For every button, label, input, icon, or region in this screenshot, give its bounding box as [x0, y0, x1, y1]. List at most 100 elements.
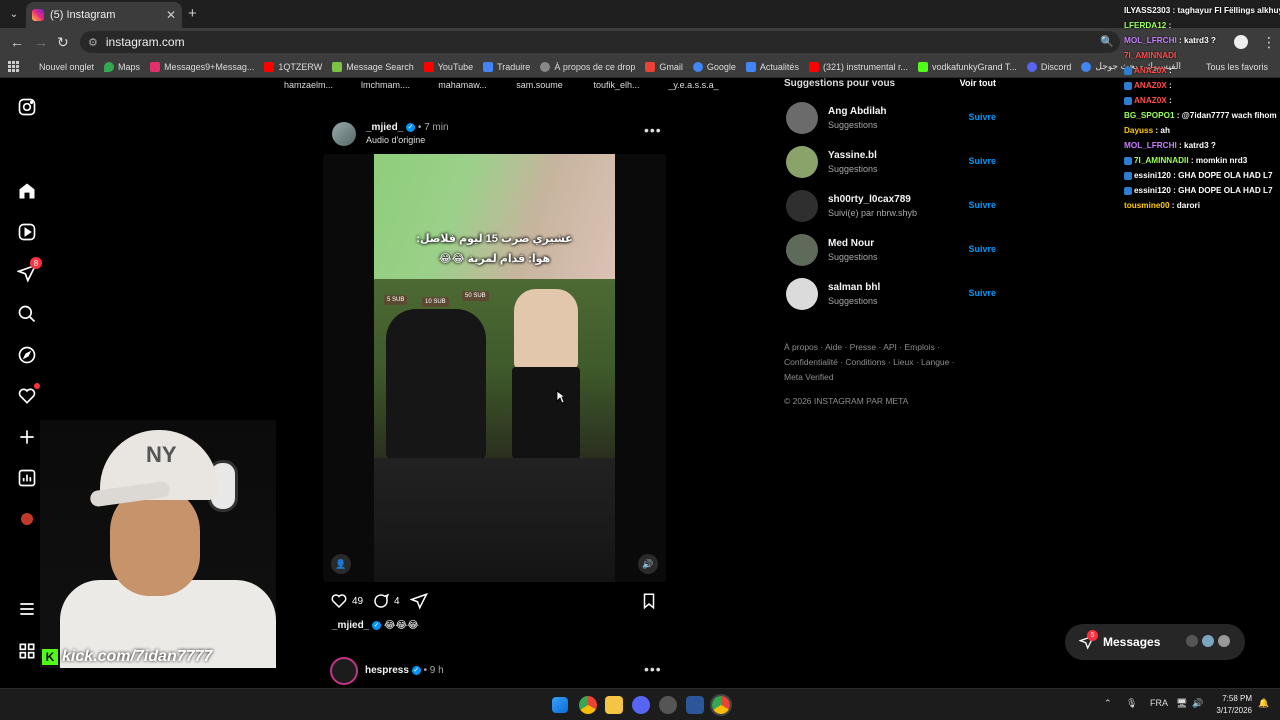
volume-icon[interactable]: 🔊: [638, 554, 658, 574]
volume-icon[interactable]: 🔊: [1192, 698, 1203, 709]
bookmark-item[interactable]: 1QTZERW: [259, 61, 327, 72]
suggestion-name[interactable]: Ang Abdilah: [828, 106, 887, 117]
follow-button[interactable]: Suivre: [968, 112, 996, 122]
suggestion-avatar[interactable]: [786, 146, 818, 178]
follow-button[interactable]: Suivre: [968, 200, 996, 210]
clock-date: 3/17/2026: [1216, 706, 1252, 715]
follow-button[interactable]: Suivre: [968, 156, 996, 166]
bookmark-item[interactable]: Message Search: [327, 61, 419, 72]
microphone-icon[interactable]: 🎙: [1126, 698, 1137, 709]
video-main-frame: 5 SUB 10 SUB 50 SUB: [374, 279, 615, 458]
next-post-time: • 9 h: [423, 665, 444, 676]
save-button[interactable]: [640, 592, 658, 610]
caption-author[interactable]: _mjied_: [332, 620, 369, 631]
reels-icon[interactable]: [16, 221, 38, 243]
site-info-icon[interactable]: ⚙: [88, 36, 98, 49]
suggestion-avatar[interactable]: [786, 190, 818, 222]
mouse-cursor-icon: [556, 390, 566, 404]
bookmark-item[interactable]: Traduire: [478, 61, 535, 72]
home-icon[interactable]: [16, 180, 38, 202]
post-author-avatar[interactable]: [332, 122, 356, 146]
bookmark-item[interactable]: YouTube: [419, 61, 478, 72]
suggestion-name[interactable]: Med Nour: [828, 238, 874, 249]
story-username[interactable]: mahamaw...: [424, 80, 501, 94]
story-username[interactable]: sam.soume: [501, 80, 578, 94]
post-options-icon[interactable]: •••: [644, 122, 662, 138]
notifications-icon[interactable]: 🔔: [1258, 698, 1269, 709]
messages-widget[interactable]: 5 Messages: [1065, 624, 1245, 660]
story-username[interactable]: _y.e.a.s.s.a_: [655, 80, 732, 94]
next-post-author-name[interactable]: hespress: [365, 665, 409, 676]
explore-icon[interactable]: [16, 344, 38, 366]
post-audio[interactable]: Audio d'origine: [366, 135, 425, 145]
bookmark-item[interactable]: Discord: [1022, 61, 1077, 72]
also-from-meta-icon[interactable]: [16, 640, 38, 662]
bookmark-item[interactable]: Nouvel onglet: [34, 62, 99, 72]
story-username[interactable]: lmchmam....: [347, 80, 424, 94]
instagram-logo-icon[interactable]: [16, 96, 38, 118]
notifications-heart-icon[interactable]: [16, 383, 40, 407]
bookmark-item[interactable]: À propos de ce drop: [535, 61, 640, 72]
suggestion-name[interactable]: salman bhl: [828, 282, 880, 293]
bookmark-item[interactable]: vodkafunkyGrand T...: [913, 61, 1022, 72]
bookmark-item[interactable]: (321) instrumental r...: [804, 61, 913, 72]
footer-links[interactable]: À propos · Aide · Presse · API · Emplois…: [784, 340, 974, 385]
suggestion-avatar[interactable]: [786, 234, 818, 266]
chrome-active-icon[interactable]: [710, 694, 732, 716]
apps-grid-icon[interactable]: [8, 60, 20, 73]
bookmark-item[interactable]: Maps: [99, 61, 145, 72]
language-indicator[interactable]: FRA: [1150, 698, 1168, 708]
chat-user: 7I_AMINNADII: [1134, 156, 1189, 165]
bookmark-item[interactable]: Gmail: [640, 61, 688, 72]
chat-message: LFERDA12 :: [1124, 21, 1280, 36]
network-icon[interactable]: 🖥: [1176, 698, 1187, 709]
suggestion-avatar[interactable]: [786, 102, 818, 134]
tagged-users-icon[interactable]: 👤: [331, 554, 351, 574]
chrome-icon[interactable]: [579, 696, 597, 714]
like-button[interactable]: 49: [330, 592, 363, 610]
more-menu-icon[interactable]: [16, 598, 38, 620]
suggestion-name[interactable]: sh00rty_l0cax789: [828, 194, 911, 205]
chat-text: : darori: [1169, 201, 1200, 210]
close-tab-icon[interactable]: ✕: [166, 8, 176, 22]
tab-search-button[interactable]: ⌄: [4, 4, 24, 24]
bookmark-item[interactable]: Google: [688, 61, 741, 72]
chat-text: : taghayur FI Fëllings alkhuy: [1170, 6, 1280, 15]
post-media-video[interactable]: عشيري ضرب 15 ليوم فلاصل: هوا: قدام لمرية…: [323, 154, 666, 582]
direct-messages-icon[interactable]: 8: [16, 257, 42, 284]
profile-avatar-icon[interactable]: [16, 508, 38, 530]
suggestion-name[interactable]: Yassine.bl: [828, 150, 877, 161]
file-explorer-icon[interactable]: [605, 696, 623, 714]
windows-start-icon[interactable]: [552, 697, 568, 713]
follow-button[interactable]: Suivre: [968, 288, 996, 298]
story-username[interactable]: hamzaelm...: [270, 80, 347, 94]
bookmark-item[interactable]: Messages9+Messag...: [145, 61, 259, 72]
chat-message: 7I_AMINNADI: [1124, 51, 1280, 66]
post-options-icon[interactable]: •••: [644, 661, 662, 677]
create-plus-icon[interactable]: [16, 426, 38, 448]
story-username[interactable]: toufik_elh...: [578, 80, 655, 94]
app-icon[interactable]: [686, 696, 704, 714]
share-button[interactable]: [410, 592, 428, 610]
follow-button[interactable]: Suivre: [968, 244, 996, 254]
messages-count-badge: 8: [30, 257, 42, 269]
browser-tab-instagram[interactable]: (5) Instagram ✕: [26, 2, 182, 28]
tray-overflow-icon[interactable]: ⌃: [1104, 698, 1112, 709]
bookmark-item[interactable]: Actualités: [741, 61, 804, 72]
comment-button[interactable]: 4: [372, 592, 400, 610]
hespress-avatar[interactable]: [330, 657, 358, 685]
discord-icon[interactable]: [632, 696, 650, 714]
search-icon[interactable]: [16, 303, 38, 325]
address-bar[interactable]: ⚙ instagram.com: [80, 31, 1120, 53]
dashboard-icon[interactable]: [16, 467, 38, 489]
suggestion-avatar[interactable]: [786, 278, 818, 310]
reload-icon[interactable]: ↻: [57, 34, 69, 50]
back-icon[interactable]: ←: [10, 34, 24, 50]
new-tab-icon[interactable]: +: [188, 5, 197, 22]
zoom-icon[interactable]: 🔍: [1100, 34, 1114, 50]
see-all-link[interactable]: Voir tout: [960, 78, 996, 88]
post-author-name[interactable]: _mjied_: [366, 122, 403, 133]
forward-icon[interactable]: →: [34, 34, 48, 50]
system-clock[interactable]: 7:58 PM 3/17/2026: [1212, 693, 1252, 717]
obs-icon[interactable]: [659, 696, 677, 714]
